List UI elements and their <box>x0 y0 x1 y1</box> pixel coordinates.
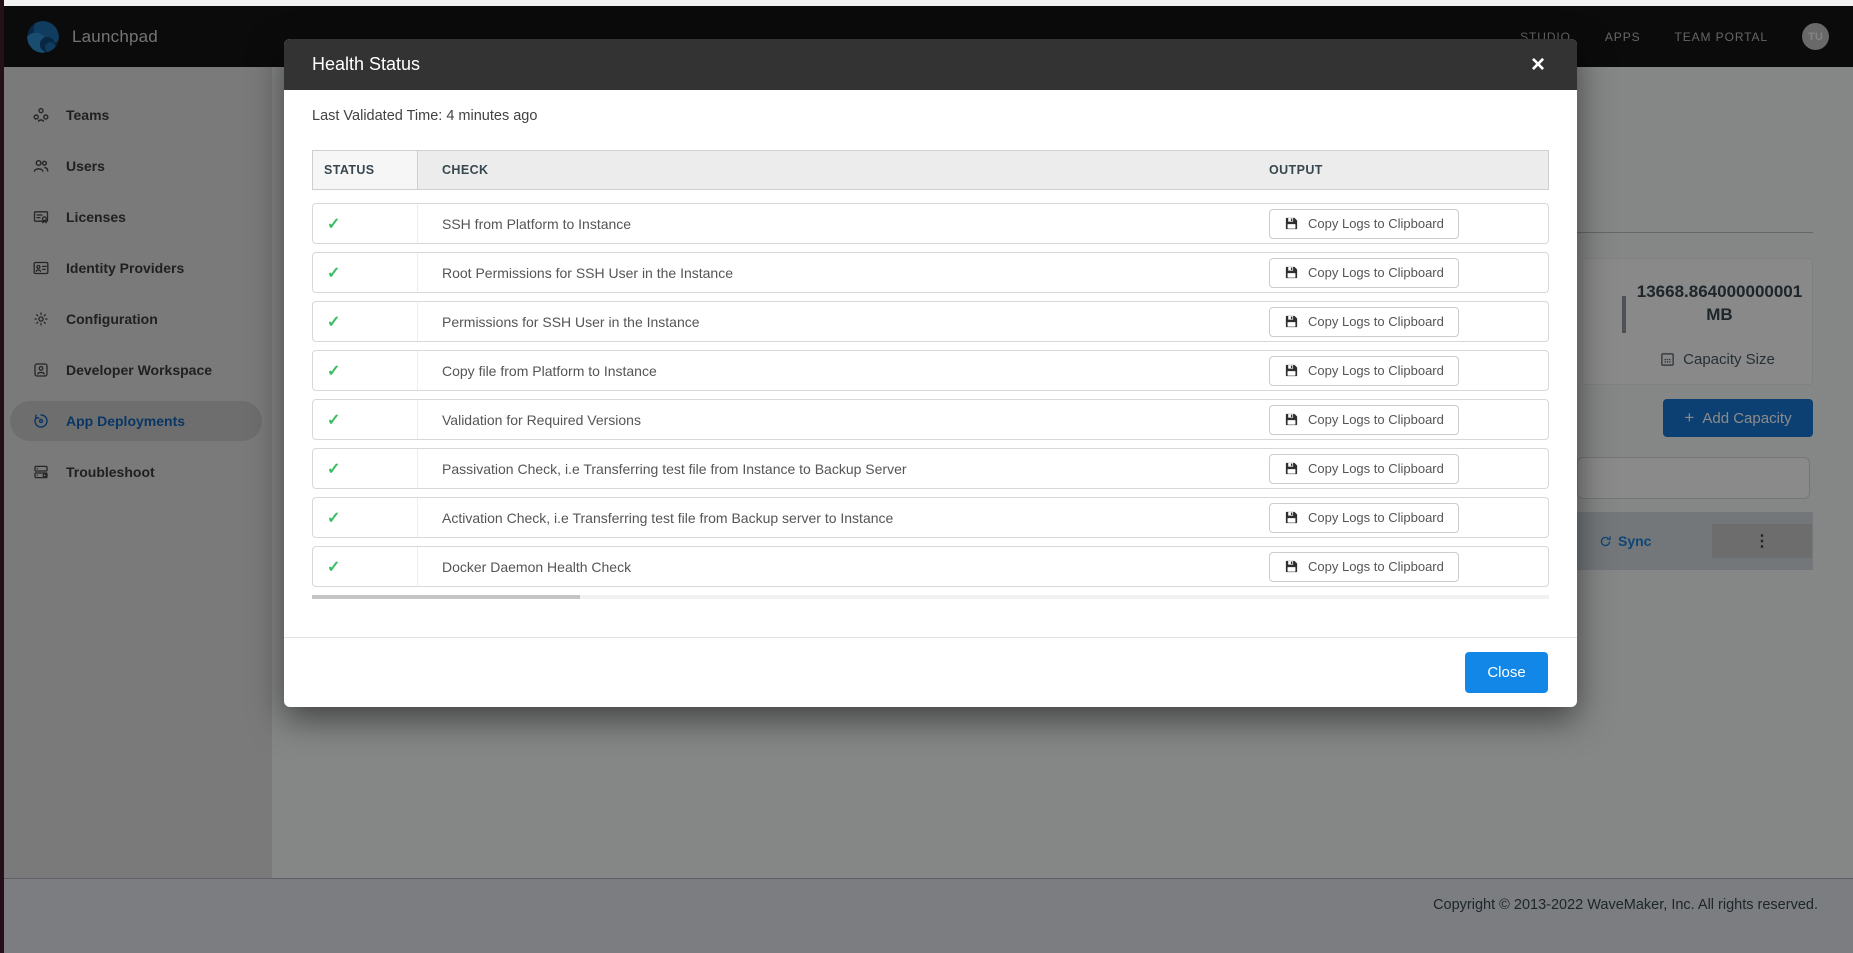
row-output-cell: Copy Logs to Clipboard <box>1269 449 1548 488</box>
copy-logs-button[interactable]: Copy Logs to Clipboard <box>1269 209 1459 239</box>
left-edge-artifact <box>0 0 4 953</box>
row-output-cell: Copy Logs to Clipboard <box>1269 400 1548 439</box>
column-header-check: CHECK <box>418 151 1269 189</box>
row-status-cell: ✓ <box>313 498 418 537</box>
table-row: ✓ SSH from Platform to Instance Copy Log… <box>312 203 1549 244</box>
save-floppy-icon <box>1284 510 1299 525</box>
check-rows: ✓ SSH from Platform to Instance Copy Log… <box>312 203 1549 587</box>
row-check-label: Root Permissions for SSH User in the Ins… <box>418 253 1269 292</box>
row-status-cell: ✓ <box>313 400 418 439</box>
row-status-cell: ✓ <box>313 302 418 341</box>
success-check-icon: ✓ <box>327 263 340 283</box>
copy-logs-label: Copy Logs to Clipboard <box>1308 314 1444 329</box>
screen: Launchpad STUDIO APPS TEAM PORTAL TU Tea… <box>0 0 1853 953</box>
column-header-output: OUTPUT <box>1269 151 1548 189</box>
modal-header: Health Status × <box>284 39 1577 90</box>
row-check-label: Permissions for SSH User in the Instance <box>418 302 1269 341</box>
copy-logs-label: Copy Logs to Clipboard <box>1308 216 1444 231</box>
success-check-icon: ✓ <box>327 557 340 577</box>
success-check-icon: ✓ <box>327 508 340 528</box>
save-floppy-icon <box>1284 265 1299 280</box>
table-row: ✓ Permissions for SSH User in the Instan… <box>312 301 1549 342</box>
copy-logs-label: Copy Logs to Clipboard <box>1308 510 1444 525</box>
success-check-icon: ✓ <box>327 214 340 234</box>
modal-footer: Close <box>284 637 1577 707</box>
table-row: ✓ Passivation Check, i.e Transferring te… <box>312 448 1549 489</box>
close-button[interactable]: Close <box>1465 652 1548 693</box>
row-check-label: Docker Daemon Health Check <box>418 547 1269 586</box>
row-output-cell: Copy Logs to Clipboard <box>1269 302 1548 341</box>
copy-logs-button[interactable]: Copy Logs to Clipboard <box>1269 258 1459 288</box>
table-row: ✓ Root Permissions for SSH User in the I… <box>312 252 1549 293</box>
row-check-label: Passivation Check, i.e Transferring test… <box>418 449 1269 488</box>
row-output-cell: Copy Logs to Clipboard <box>1269 253 1548 292</box>
save-floppy-icon <box>1284 412 1299 427</box>
health-status-modal: Health Status × Last Validated Time: 4 m… <box>284 39 1577 707</box>
close-icon[interactable]: × <box>1527 53 1549 77</box>
copy-logs-button[interactable]: Copy Logs to Clipboard <box>1269 552 1459 582</box>
save-floppy-icon <box>1284 314 1299 329</box>
copy-logs-button[interactable]: Copy Logs to Clipboard <box>1269 503 1459 533</box>
table-row: ✓ Copy file from Platform to Instance Co… <box>312 350 1549 391</box>
success-check-icon: ✓ <box>327 361 340 381</box>
copy-logs-label: Copy Logs to Clipboard <box>1308 363 1444 378</box>
copy-logs-label: Copy Logs to Clipboard <box>1308 461 1444 476</box>
horizontal-scrollbar[interactable] <box>312 595 1549 599</box>
save-floppy-icon <box>1284 461 1299 476</box>
row-check-label: SSH from Platform to Instance <box>418 204 1269 243</box>
success-check-icon: ✓ <box>327 459 340 479</box>
save-floppy-icon <box>1284 216 1299 231</box>
row-status-cell: ✓ <box>313 351 418 390</box>
copy-logs-button[interactable]: Copy Logs to Clipboard <box>1269 307 1459 337</box>
copy-logs-label: Copy Logs to Clipboard <box>1308 412 1444 427</box>
copy-logs-button[interactable]: Copy Logs to Clipboard <box>1269 405 1459 435</box>
column-header-status: STATUS <box>313 151 418 189</box>
row-check-label: Activation Check, i.e Transferring test … <box>418 498 1269 537</box>
last-validated-text: Last Validated Time: 4 minutes ago <box>312 108 1549 124</box>
save-floppy-icon <box>1284 559 1299 574</box>
save-floppy-icon <box>1284 363 1299 378</box>
copy-logs-label: Copy Logs to Clipboard <box>1308 265 1444 280</box>
table-header: STATUS CHECK OUTPUT <box>312 150 1549 190</box>
row-output-cell: Copy Logs to Clipboard <box>1269 351 1548 390</box>
row-check-label: Validation for Required Versions <box>418 400 1269 439</box>
copy-logs-button[interactable]: Copy Logs to Clipboard <box>1269 454 1459 484</box>
row-status-cell: ✓ <box>313 253 418 292</box>
success-check-icon: ✓ <box>327 410 340 430</box>
row-output-cell: Copy Logs to Clipboard <box>1269 204 1548 243</box>
table-row: ✓ Validation for Required Versions Copy … <box>312 399 1549 440</box>
row-status-cell: ✓ <box>313 449 418 488</box>
success-check-icon: ✓ <box>327 312 340 332</box>
table-row: ✓ Docker Daemon Health Check Copy Logs t… <box>312 546 1549 587</box>
scrollbar-thumb[interactable] <box>312 595 580 599</box>
row-output-cell: Copy Logs to Clipboard <box>1269 547 1548 586</box>
row-status-cell: ✓ <box>313 204 418 243</box>
row-output-cell: Copy Logs to Clipboard <box>1269 498 1548 537</box>
copy-logs-label: Copy Logs to Clipboard <box>1308 559 1444 574</box>
modal-body: Last Validated Time: 4 minutes ago STATU… <box>284 90 1577 637</box>
table-row: ✓ Activation Check, i.e Transferring tes… <box>312 497 1549 538</box>
row-status-cell: ✓ <box>313 547 418 586</box>
row-check-label: Copy file from Platform to Instance <box>418 351 1269 390</box>
copy-logs-button[interactable]: Copy Logs to Clipboard <box>1269 356 1459 386</box>
browser-top-strip <box>0 0 1853 6</box>
modal-title: Health Status <box>312 54 420 75</box>
